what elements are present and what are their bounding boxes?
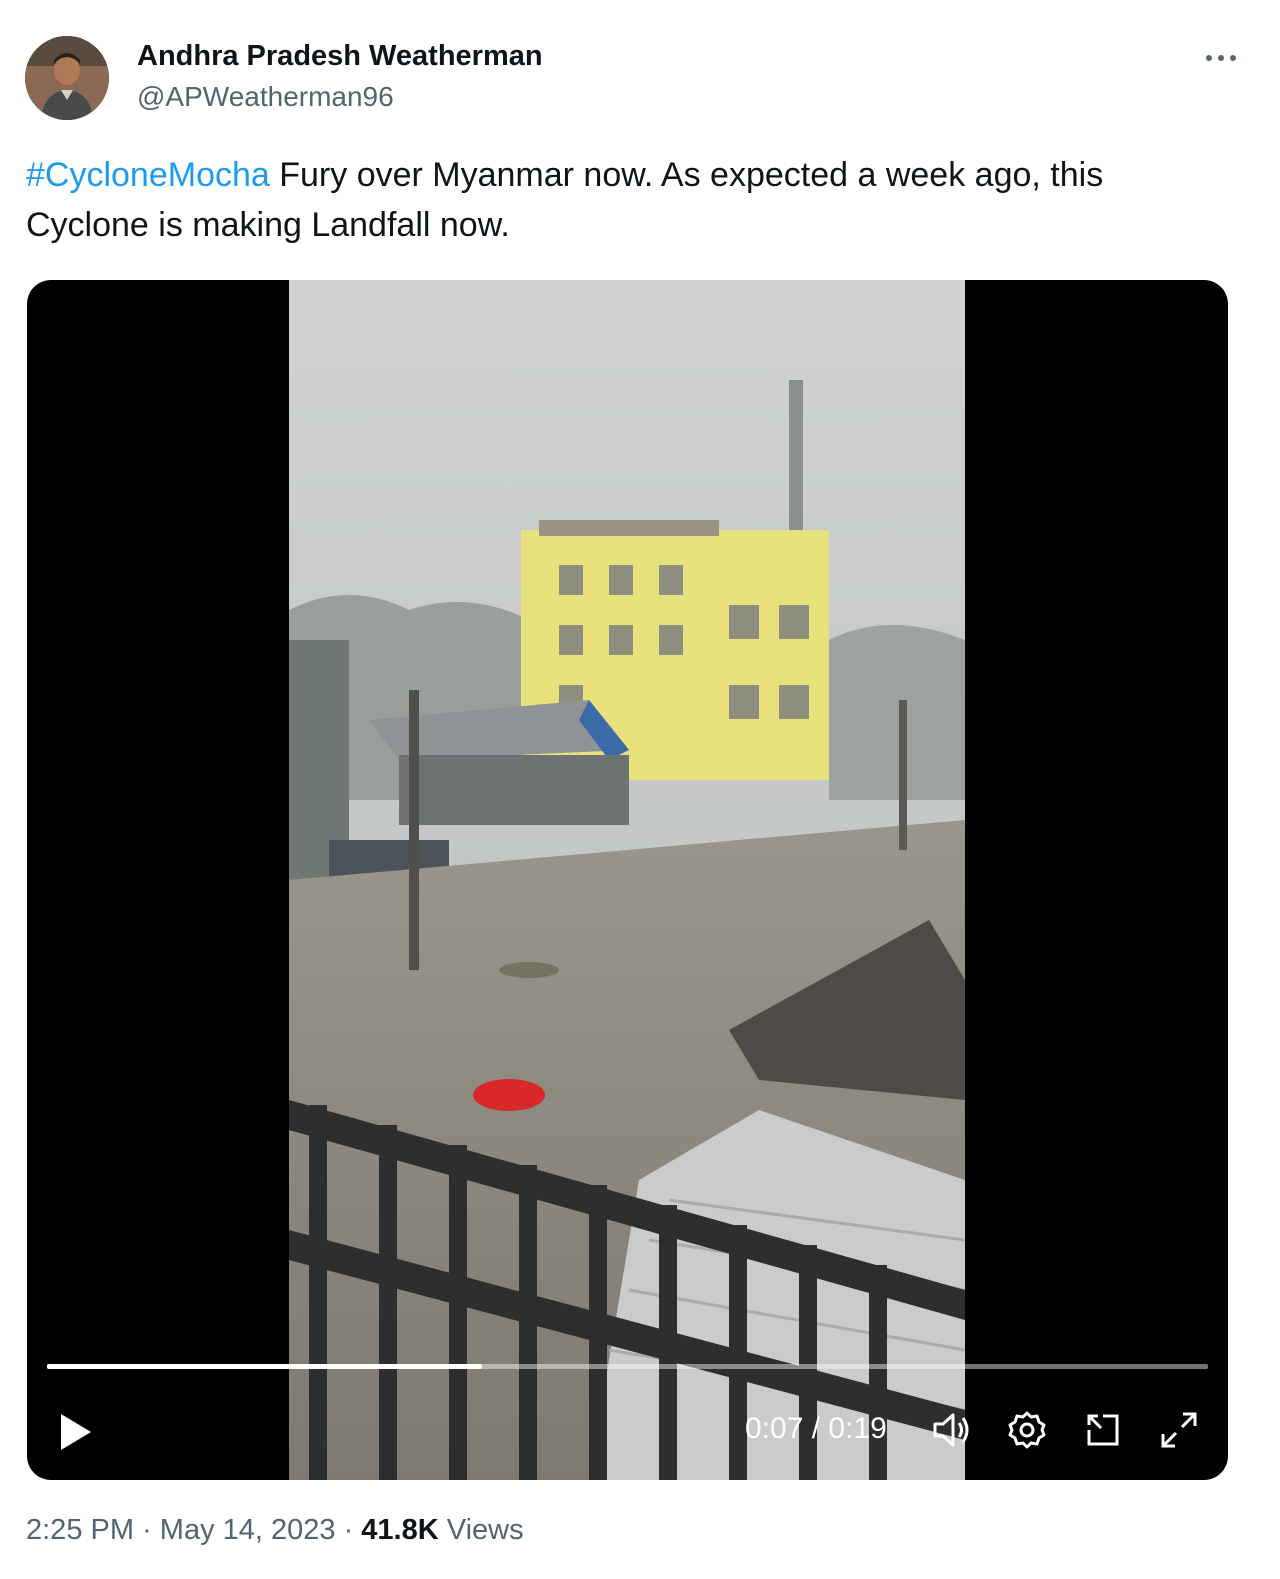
picture-in-picture-icon[interactable]	[1081, 1408, 1125, 1452]
progress-fill	[47, 1364, 483, 1369]
play-icon[interactable]	[57, 1410, 93, 1454]
tweet-header: Andhra Pradesh Weatherman @APWeatherman9…	[25, 36, 1255, 126]
tweet-time[interactable]: 2:25 PM	[26, 1514, 134, 1546]
volume-icon[interactable]	[929, 1408, 973, 1452]
video-time: 0:07 / 0:19	[745, 1412, 887, 1446]
meta-dot: ·	[134, 1514, 160, 1546]
more-options-icon[interactable]	[1199, 42, 1243, 72]
meta-dot: ·	[335, 1514, 362, 1546]
video-frame	[289, 280, 965, 1480]
current-time: 0:07	[745, 1412, 804, 1445]
progress-bar[interactable]	[47, 1364, 1208, 1369]
avatar-image	[25, 36, 109, 120]
author-info: Andhra Pradesh Weatherman @APWeatherman9…	[137, 40, 543, 113]
views-label: Views	[438, 1514, 524, 1546]
settings-gear-icon[interactable]	[1005, 1408, 1049, 1452]
avatar[interactable]	[25, 36, 109, 120]
tweet-date[interactable]: May 14, 2023	[160, 1514, 336, 1546]
time-separator: /	[803, 1412, 829, 1445]
video-player[interactable]: 0:07 / 0:19	[27, 280, 1228, 1480]
author-handle[interactable]: @APWeatherman96	[137, 81, 543, 113]
duration: 0:19	[828, 1412, 887, 1445]
fullscreen-icon[interactable]	[1157, 1408, 1201, 1452]
tweet-text: #CycloneMocha Fury over Myanmar now. As …	[26, 150, 1216, 250]
author-display-name[interactable]: Andhra Pradesh Weatherman	[137, 40, 543, 73]
tweet-meta: 2:25 PM · May 14, 2023 · 41.8K Views	[26, 1514, 524, 1547]
hashtag-link[interactable]: #CycloneMocha	[26, 156, 270, 194]
views-count: 41.8K	[361, 1514, 439, 1546]
